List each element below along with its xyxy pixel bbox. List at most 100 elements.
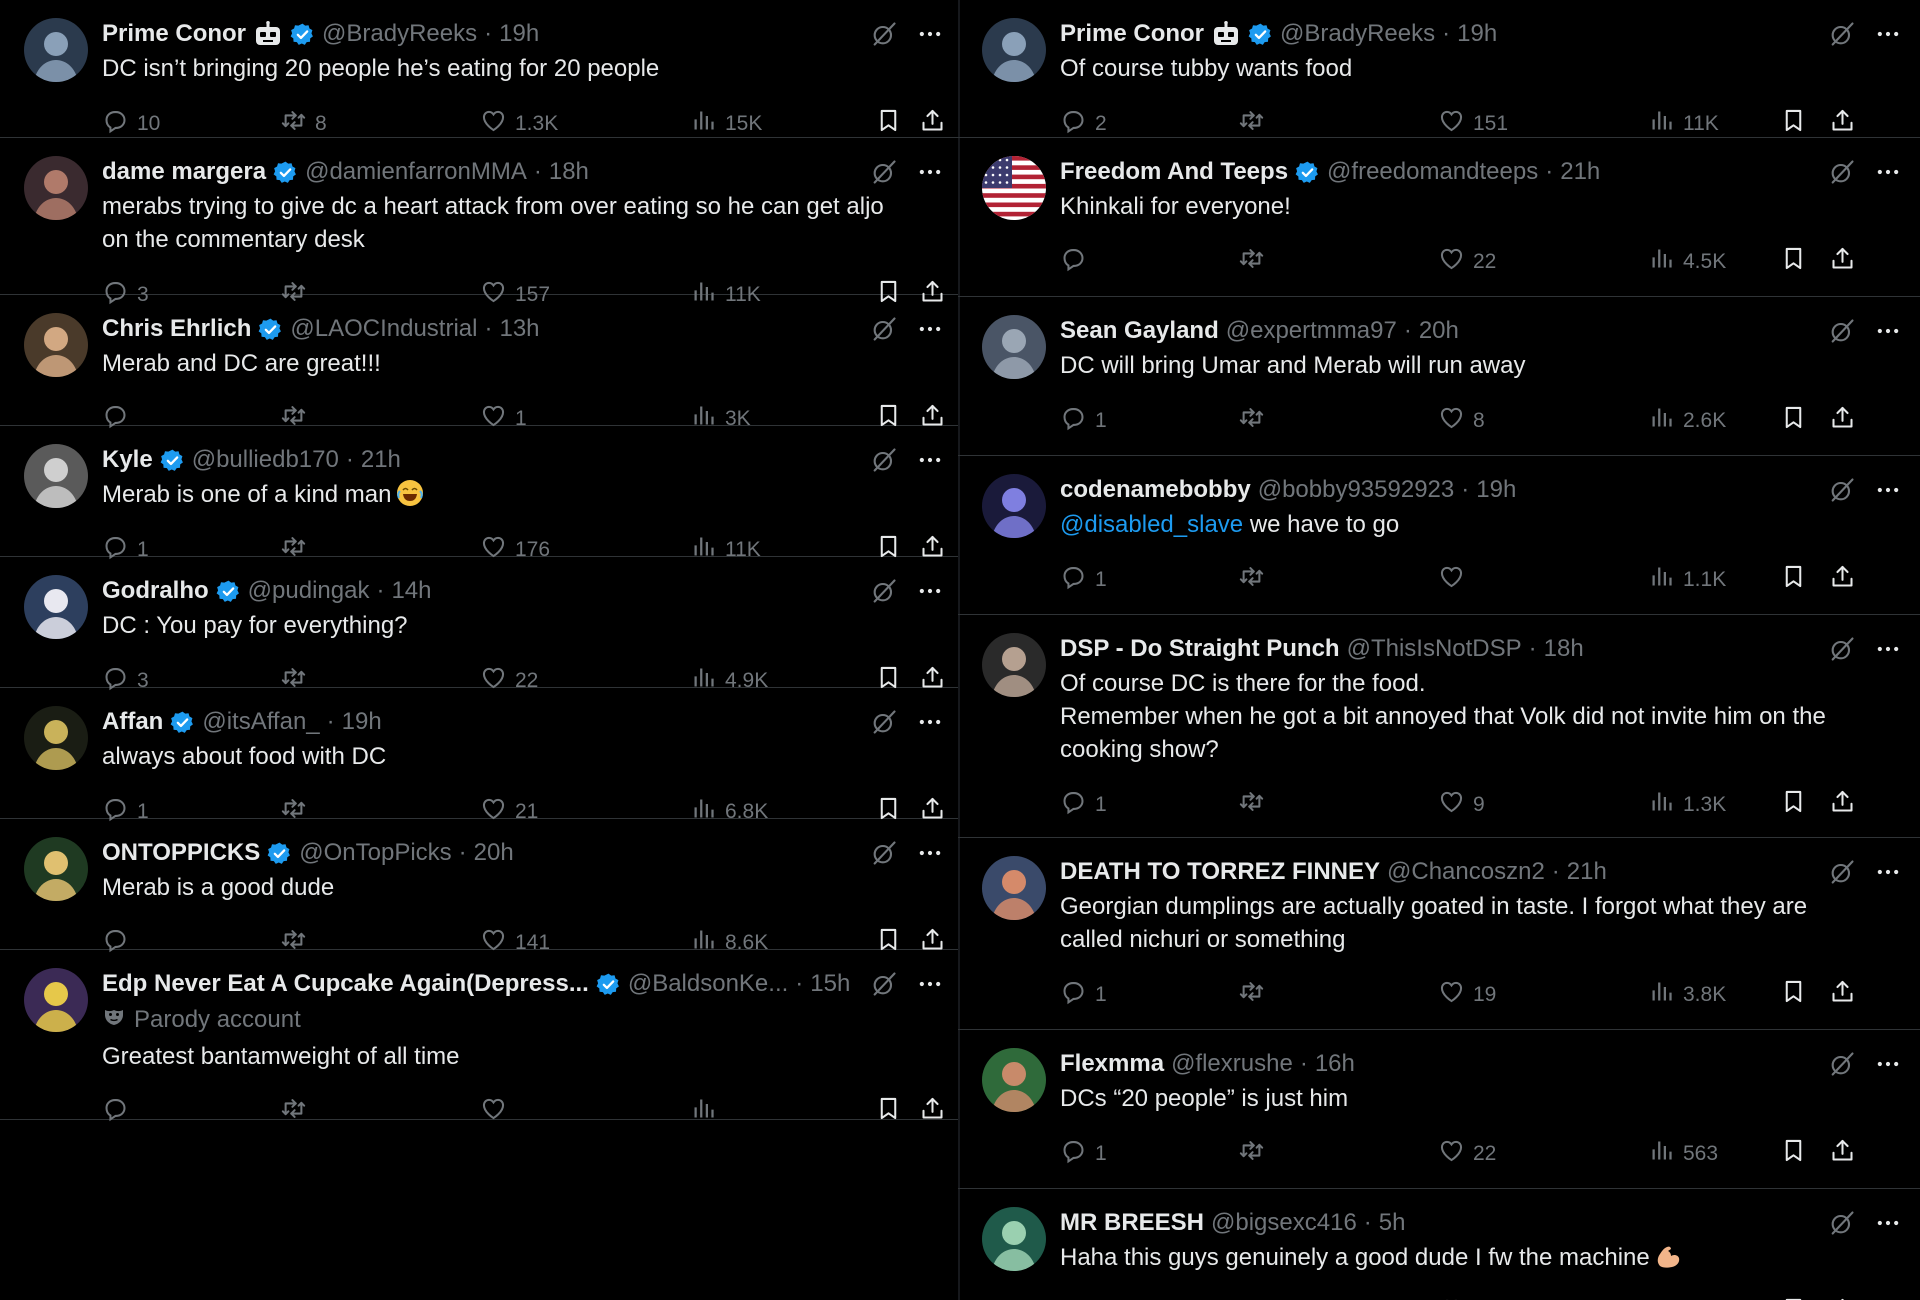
user-handle[interactable]: @LAOCIndustrial	[290, 315, 477, 343]
more-icon[interactable]	[1874, 635, 1902, 668]
more-icon[interactable]	[916, 315, 944, 348]
avatar[interactable]	[24, 156, 88, 220]
display-name[interactable]: Kyle	[102, 446, 153, 474]
avatar[interactable]	[24, 18, 88, 82]
grok-icon[interactable]	[1828, 317, 1856, 350]
more-icon[interactable]	[1874, 317, 1902, 350]
display-name[interactable]: ONTOPPICKS	[102, 839, 260, 867]
user-handle[interactable]: @expertmma97	[1226, 317, 1397, 345]
views-button[interactable]: 1.3K	[1648, 788, 1726, 821]
bookmark-button[interactable]	[1780, 978, 1807, 1011]
timestamp[interactable]: 14h	[391, 577, 431, 605]
bookmark-button[interactable]	[1780, 1296, 1807, 1300]
timestamp[interactable]: 19h	[1476, 476, 1516, 504]
grok-icon[interactable]	[870, 708, 898, 741]
timestamp[interactable]: 13h	[499, 315, 539, 343]
share-button[interactable]	[1829, 978, 1856, 1011]
user-handle[interactable]: @BradyReeks	[1280, 20, 1435, 48]
reply-button[interactable]: 2	[1060, 107, 1107, 140]
grok-icon[interactable]	[870, 446, 898, 479]
tweet-item[interactable]: Affan @itsAffan_ · 19h always about food wit…	[0, 688, 958, 823]
share-button[interactable]	[919, 1095, 946, 1128]
timestamp[interactable]: 21h	[1567, 858, 1607, 886]
like-button[interactable]: 22	[1438, 1137, 1496, 1170]
verified-badge-icon[interactable]	[273, 160, 298, 185]
tweet-item[interactable]: Flexmma @flexrushe · 16h DCs “20 people” is …	[958, 1030, 1920, 1189]
more-icon[interactable]	[916, 708, 944, 741]
more-icon[interactable]	[916, 577, 944, 610]
repost-button[interactable]: 8	[280, 107, 327, 140]
like-button[interactable]	[1438, 1296, 1473, 1300]
avatar[interactable]	[982, 474, 1046, 538]
reply-button[interactable]: 1	[1060, 1137, 1107, 1170]
avatar[interactable]	[982, 633, 1046, 697]
views-button[interactable]: 4.5K	[1648, 245, 1726, 278]
repost-button[interactable]	[1238, 978, 1273, 1011]
bookmark-button[interactable]	[875, 1095, 902, 1128]
grok-icon[interactable]	[1828, 158, 1856, 191]
views-button[interactable]	[1648, 1296, 1683, 1300]
display-name[interactable]: MR BREESH	[1060, 1209, 1204, 1237]
display-name[interactable]: Prime Conor	[102, 20, 246, 48]
display-name[interactable]: codenamebobby	[1060, 476, 1251, 504]
grok-icon[interactable]	[870, 577, 898, 610]
timestamp[interactable]: 18h	[1544, 635, 1584, 663]
display-name[interactable]: DEATH TO TORREZ FINNEY	[1060, 858, 1380, 886]
reply-button[interactable]	[1060, 245, 1095, 278]
display-name[interactable]: Chris Ehrlich	[102, 315, 251, 343]
reply-button[interactable]: 1	[1060, 788, 1107, 821]
more-icon[interactable]	[1874, 476, 1902, 509]
repost-button[interactable]	[1238, 1137, 1273, 1170]
mention-link[interactable]: @disabled_slave	[1060, 511, 1243, 538]
verified-badge-icon[interactable]	[258, 317, 283, 342]
user-handle[interactable]: @OnTopPicks	[299, 839, 451, 867]
timestamp[interactable]: 21h	[1560, 158, 1600, 186]
share-button[interactable]	[1829, 1296, 1856, 1300]
user-handle[interactable]: @itsAffan_	[202, 708, 319, 736]
display-name[interactable]: dame margera	[102, 158, 266, 186]
user-handle[interactable]: @damienfarronMMA	[305, 158, 527, 186]
tweet-item[interactable]: Edp Never Eat A Cupcake Again(Depress...…	[0, 950, 958, 1122]
timestamp[interactable]: 18h	[549, 158, 589, 186]
repost-button[interactable]	[1238, 788, 1273, 821]
verified-badge-icon[interactable]	[170, 710, 195, 735]
user-handle[interactable]: @bigsexc416	[1211, 1209, 1357, 1237]
repost-button[interactable]	[1238, 404, 1273, 437]
bookmark-button[interactable]	[1780, 563, 1807, 596]
display-name[interactable]: Edp Never Eat A Cupcake Again(Depress...	[102, 970, 589, 998]
share-button[interactable]	[1829, 563, 1856, 596]
timestamp[interactable]: 19h	[342, 708, 382, 736]
display-name[interactable]: Affan	[102, 708, 163, 736]
repost-button[interactable]	[1238, 245, 1273, 278]
display-name[interactable]: Freedom And Teeps	[1060, 158, 1288, 186]
share-button[interactable]	[1829, 788, 1856, 821]
user-handle[interactable]: @bulliedb170	[192, 446, 339, 474]
tweet-item[interactable]: Sean Gayland @expertmma97 · 20h DC will brin…	[958, 297, 1920, 456]
bookmark-button[interactable]	[875, 107, 902, 140]
grok-icon[interactable]	[1828, 20, 1856, 53]
verified-badge-icon[interactable]	[267, 841, 292, 866]
bookmark-button[interactable]	[1780, 788, 1807, 821]
user-handle[interactable]: @BaldsonKe...	[628, 970, 788, 998]
bookmark-button[interactable]	[1780, 245, 1807, 278]
tweet-item[interactable]: Prime Conor @BradyReeks · 19h DC isn’t bring…	[0, 0, 958, 138]
repost-button[interactable]	[1238, 107, 1273, 140]
views-button[interactable]: 563	[1648, 1137, 1718, 1170]
like-button[interactable]	[1438, 563, 1473, 596]
avatar[interactable]	[24, 313, 88, 377]
grok-icon[interactable]	[870, 970, 898, 1003]
more-icon[interactable]	[916, 446, 944, 479]
avatar[interactable]	[982, 1207, 1046, 1271]
tweet-item[interactable]: Godralho @pudingak · 14h DC : You pay for ev…	[0, 557, 958, 692]
tweet-item[interactable]: DEATH TO TORREZ FINNEY @Chancoszn2 · 21h Geo…	[958, 838, 1920, 1030]
display-name[interactable]: Flexmma	[1060, 1050, 1164, 1078]
avatar[interactable]	[982, 156, 1046, 220]
grok-icon[interactable]	[1828, 858, 1856, 891]
avatar[interactable]	[24, 444, 88, 508]
avatar[interactable]	[24, 575, 88, 639]
verified-badge-icon[interactable]	[216, 579, 241, 604]
timestamp[interactable]: 19h	[1457, 20, 1497, 48]
tweet-item[interactable]: Kyle @bulliedb170 · 21h Merab is one of a ki…	[0, 426, 958, 561]
user-handle[interactable]: @pudingak	[248, 577, 370, 605]
timestamp[interactable]: 16h	[1315, 1050, 1355, 1078]
